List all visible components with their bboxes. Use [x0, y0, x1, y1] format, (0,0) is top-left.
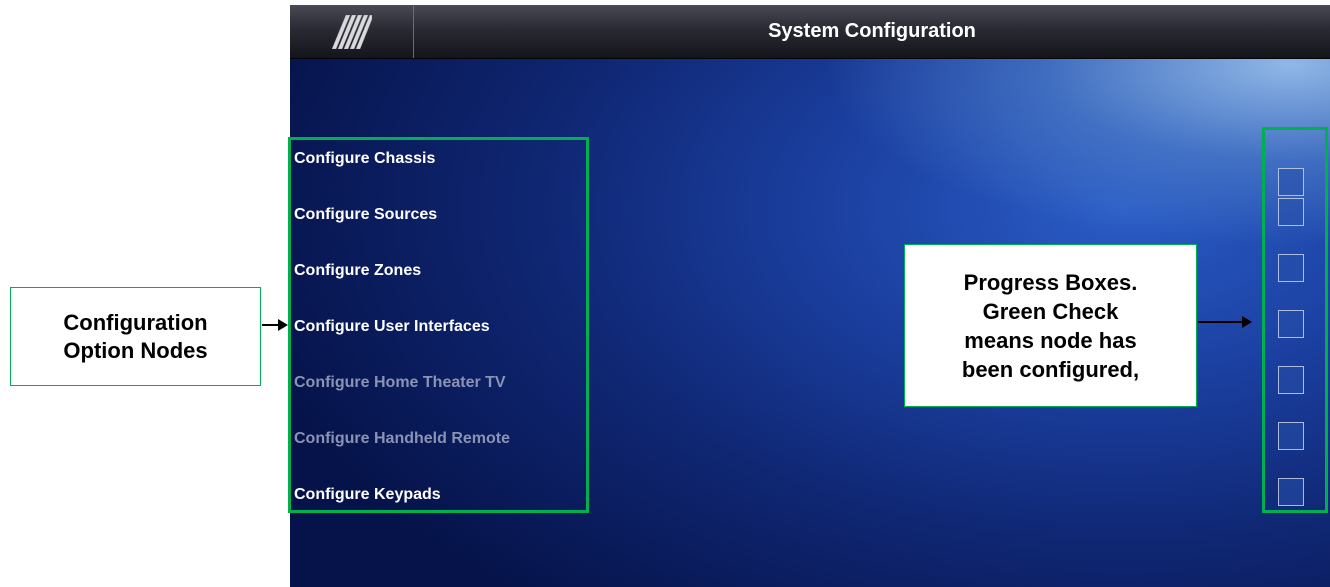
node-list-highlight-frame [288, 137, 589, 513]
left-callout-arrow [262, 319, 288, 331]
left-callout-box: Configuration Option Nodes [10, 287, 261, 386]
title-bar: System Configuration [290, 5, 1330, 59]
right-callout-text: Progress Boxes. Green Check means node h… [961, 269, 1140, 382]
right-callout-box: Progress Boxes. Green Check means node h… [904, 244, 1197, 407]
stripes-logo-icon [331, 14, 372, 49]
progress-boxes-highlight-frame [1262, 127, 1328, 513]
page-title: System Configuration [768, 20, 976, 42]
left-callout-text: Configuration Option Nodes [63, 309, 208, 363]
right-callout-arrow [1198, 316, 1252, 328]
logo-button[interactable] [290, 5, 414, 58]
